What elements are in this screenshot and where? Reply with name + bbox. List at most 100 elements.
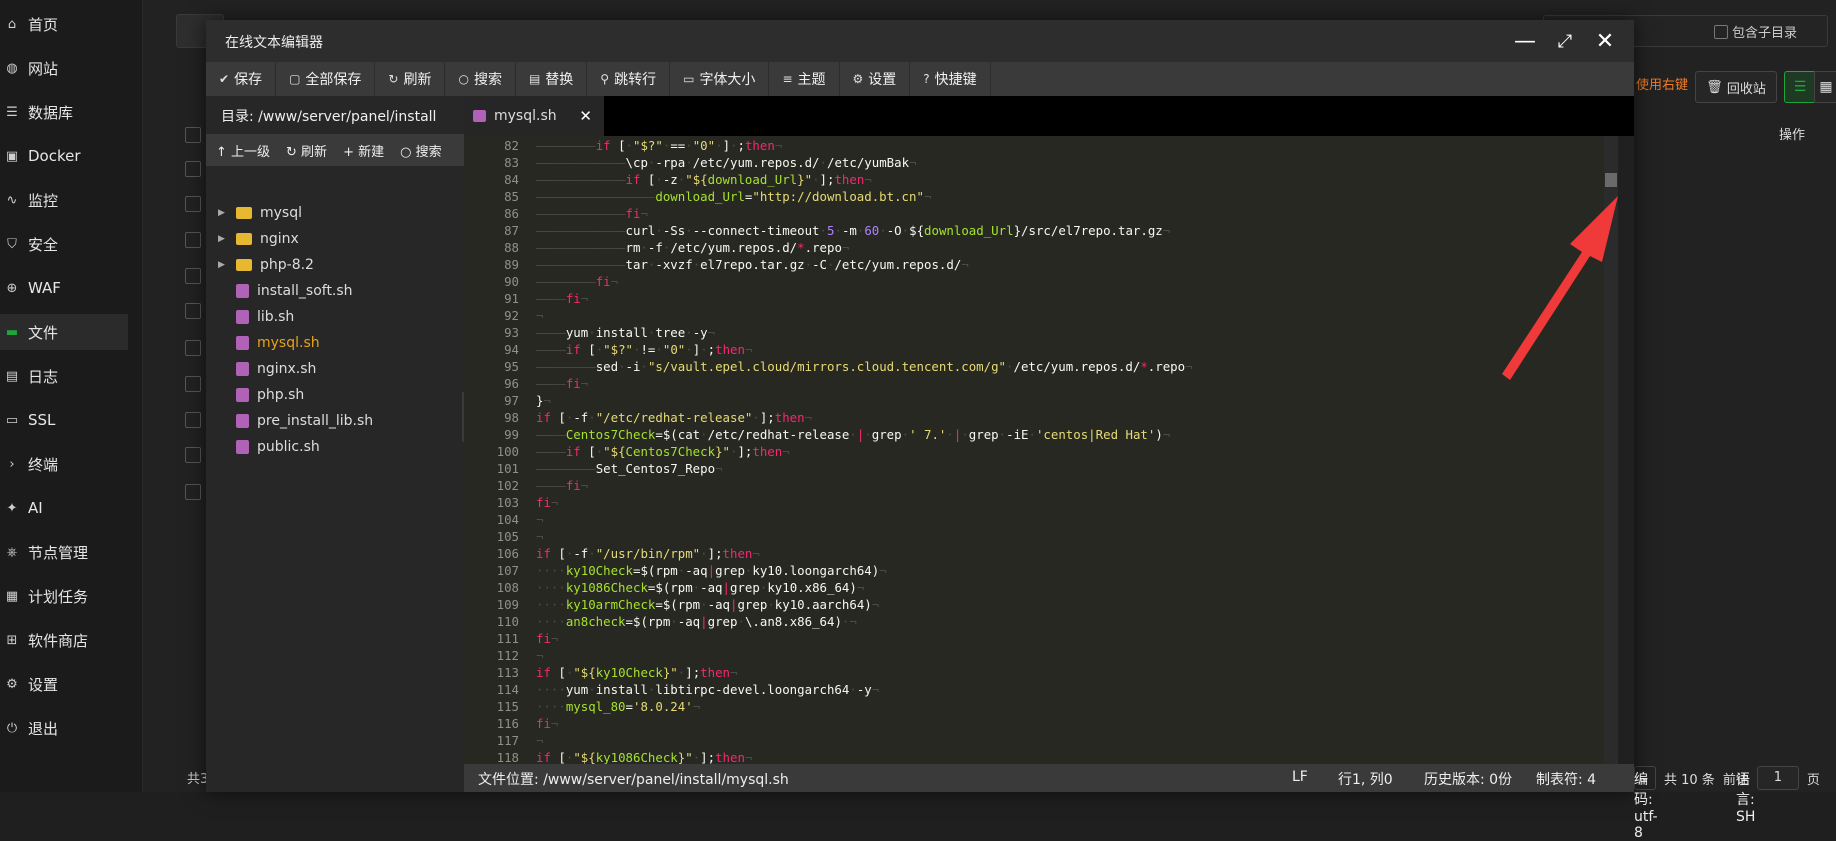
- maximize-button[interactable]: ⤢: [1552, 28, 1578, 54]
- sidebar-item-1[interactable]: ◍ 网站: [0, 50, 128, 86]
- row-checkbox[interactable]: [185, 161, 201, 177]
- code-line[interactable]: 118 if [·"${ky1086Check}"·];then¬: [464, 749, 1604, 764]
- tree-search-button[interactable]: ○ 搜索: [400, 141, 441, 160]
- code-editor[interactable]: 82 ————————if [·"$?"·==·"0"·]·;then¬ 83 ———…: [464, 136, 1604, 764]
- row-checkbox[interactable]: [185, 232, 201, 248]
- scrollbar-thumb[interactable]: [1605, 173, 1617, 187]
- row-checkbox[interactable]: [185, 447, 201, 463]
- row-checkbox[interactable]: [185, 303, 201, 319]
- font-size-button[interactable]: ▭ 字体大小: [670, 62, 770, 96]
- code-line[interactable]: 99 ————Centos7Check=$(cat·/etc/redhat-rel…: [464, 426, 1604, 443]
- row-checkbox[interactable]: [185, 376, 201, 392]
- code-line[interactable]: 116 fi¬: [464, 715, 1604, 732]
- row-checkbox[interactable]: [185, 484, 201, 500]
- sidebar-item-6[interactable]: ⊕ WAF: [0, 270, 128, 306]
- sidebar-item-16[interactable]: ⏻ 退出: [0, 710, 128, 746]
- code-line[interactable]: 86 ————————————fi¬: [464, 205, 1604, 222]
- row-checkbox[interactable]: [185, 127, 201, 143]
- grid-view-button[interactable]: ▦: [1814, 71, 1836, 103]
- code-line[interactable]: 93 ————yum·install·tree·-y¬: [464, 324, 1604, 341]
- status-cursor[interactable]: 行1, 列0: [1338, 769, 1393, 789]
- sidebar-item-2[interactable]: ☰ 数据库: [0, 94, 128, 130]
- code-line[interactable]: 85 ————————————————download_Url="http://d…: [464, 188, 1604, 205]
- tree-file[interactable]: mysql.sh: [206, 330, 464, 356]
- code-line[interactable]: 107 ····ky10Check=$(rpm·-aq|grep·ky10.loo…: [464, 562, 1604, 579]
- save-all-button[interactable]: ▢ 全部保存: [276, 62, 376, 96]
- sidebar-item-12[interactable]: ⎈ 节点管理: [0, 534, 128, 570]
- close-dialog-button[interactable]: ✕: [1592, 28, 1618, 54]
- row-checkbox[interactable]: [185, 340, 201, 356]
- code-line[interactable]: 89 ————————————tar·-xvzf·el7repo.tar.gz·-…: [464, 256, 1604, 273]
- tree-refresh-button[interactable]: ↻ 刷新: [286, 141, 327, 160]
- list-view-button[interactable]: ☰: [1784, 71, 1816, 103]
- code-line[interactable]: 105 ¬: [464, 528, 1604, 545]
- code-line[interactable]: 96 ————fi¬: [464, 375, 1604, 392]
- code-line[interactable]: 114 ····yum·install·libtirpc-devel.loonga…: [464, 681, 1604, 698]
- gear-button[interactable]: ⚙ 设置: [840, 62, 911, 96]
- code-line[interactable]: 113 if [·"${ky10Check}"·];then¬: [464, 664, 1604, 681]
- tree-file[interactable]: nginx.sh: [206, 356, 464, 382]
- code-line[interactable]: 90 ————————fi¬: [464, 273, 1604, 290]
- status-encoding[interactable]: 编码: utf-8: [1634, 769, 1658, 841]
- sidebar-item-4[interactable]: ∿ 监控: [0, 182, 128, 218]
- code-line[interactable]: 91 ————fi¬: [464, 290, 1604, 307]
- code-line[interactable]: 94 ————if [·"$?"·!=·"0"·]·;then¬: [464, 341, 1604, 358]
- expand-arrow-icon[interactable]: ▶: [218, 234, 228, 244]
- code-line[interactable]: 117 ¬: [464, 732, 1604, 749]
- code-line[interactable]: 103 fi¬: [464, 494, 1604, 511]
- tree-new-button[interactable]: + 新建: [343, 141, 384, 160]
- code-line[interactable]: 108 ····ky1086Check=$(rpm·-aq|grep·ky10.x…: [464, 579, 1604, 596]
- sidebar-item-8[interactable]: ▤ 日志: [0, 358, 128, 394]
- sidebar-item-3[interactable]: ▣ Docker: [0, 138, 128, 174]
- replace-button[interactable]: ▤ 替换: [516, 62, 588, 96]
- tree-folder[interactable]: ▶ mysql: [206, 200, 464, 226]
- search-button[interactable]: ○ 搜索: [445, 62, 516, 96]
- code-line[interactable]: 109 ····ky10armCheck=$(rpm·-aq|grep·ky10.…: [464, 596, 1604, 613]
- tree-folder[interactable]: ▶ php-8.2: [206, 252, 464, 278]
- status-language[interactable]: 语言: SH: [1736, 769, 1755, 825]
- parent-dir-button[interactable]: ↑ 上一级: [216, 141, 270, 160]
- sidebar-item-15[interactable]: ⚙ 设置: [0, 666, 128, 702]
- page-input[interactable]: 1: [1756, 766, 1799, 790]
- row-checkbox[interactable]: [185, 268, 201, 284]
- sidebar-item-14[interactable]: ⊞ 软件商店: [0, 622, 128, 658]
- expand-arrow-icon[interactable]: ▶: [218, 260, 228, 270]
- tree-file[interactable]: install_soft.sh: [206, 278, 464, 304]
- status-tab-size[interactable]: 制表符: 4: [1536, 769, 1596, 789]
- tree-file[interactable]: public.sh: [206, 434, 464, 460]
- code-line[interactable]: 101 ————————Set_Centos7_Repo¬: [464, 460, 1604, 477]
- sidebar-item-11[interactable]: ✦ AI: [0, 490, 128, 526]
- tree-folder[interactable]: ▶ nginx: [206, 226, 464, 252]
- code-line[interactable]: 111 fi¬: [464, 630, 1604, 647]
- code-line[interactable]: 104 ¬: [464, 511, 1604, 528]
- close-tab-icon[interactable]: ✕: [579, 107, 592, 125]
- code-line[interactable]: 106 if [·-f·"/usr/bin/rpm"·];then¬: [464, 545, 1604, 562]
- code-line[interactable]: 88 ————————————rm·-f·/etc/yum.repos.d/*.r…: [464, 239, 1604, 256]
- row-checkbox[interactable]: [185, 196, 201, 212]
- code-line[interactable]: 112 ¬: [464, 647, 1604, 664]
- code-line[interactable]: 84 ————————————if [·-z·"${download_Url}"·…: [464, 171, 1604, 188]
- sidebar-item-5[interactable]: ⛉ 安全: [0, 226, 128, 262]
- theme-button[interactable]: ≡ 主题: [769, 62, 840, 96]
- expand-arrow-icon[interactable]: ▶: [218, 208, 228, 218]
- sidebar-item-0[interactable]: ⌂ 首页: [0, 6, 128, 42]
- code-line[interactable]: 100 ————if [·"${Centos7Check}"·];then¬: [464, 443, 1604, 460]
- code-line[interactable]: 92 ¬: [464, 307, 1604, 324]
- recycle-bin-button[interactable]: 🗑︎ 回收站: [1695, 71, 1777, 103]
- status-line-ending[interactable]: LF: [1292, 769, 1308, 785]
- tab-mysql-sh[interactable]: mysql.sh ✕: [464, 96, 604, 136]
- save-button[interactable]: ✔ 保存: [206, 62, 277, 96]
- minimize-button[interactable]: —: [1512, 28, 1538, 54]
- help-button[interactable]: ? 快捷键: [910, 62, 991, 96]
- sidebar-item-7[interactable]: ▬ 文件: [0, 314, 128, 350]
- sidebar-item-10[interactable]: › 终端: [0, 446, 128, 482]
- code-line[interactable]: 82 ————————if [·"$?"·==·"0"·]·;then¬: [464, 137, 1604, 154]
- tree-file[interactable]: pre_install_lib.sh: [206, 408, 464, 434]
- right-click-menu-toggle[interactable]: 使用右键: [1636, 74, 1688, 93]
- status-history[interactable]: 历史版本: 0份: [1424, 769, 1512, 789]
- include-subdir-checkbox[interactable]: [1714, 25, 1728, 39]
- code-line[interactable]: 83 ————————————\cp·-rpa·/etc/yum.repos.d/…: [464, 154, 1604, 171]
- code-line[interactable]: 102 ————fi¬: [464, 477, 1604, 494]
- goto-line-button[interactable]: ⚲ 跳转行: [587, 62, 671, 96]
- code-line[interactable]: 98 if [·-f·"/etc/redhat-release"·];then¬: [464, 409, 1604, 426]
